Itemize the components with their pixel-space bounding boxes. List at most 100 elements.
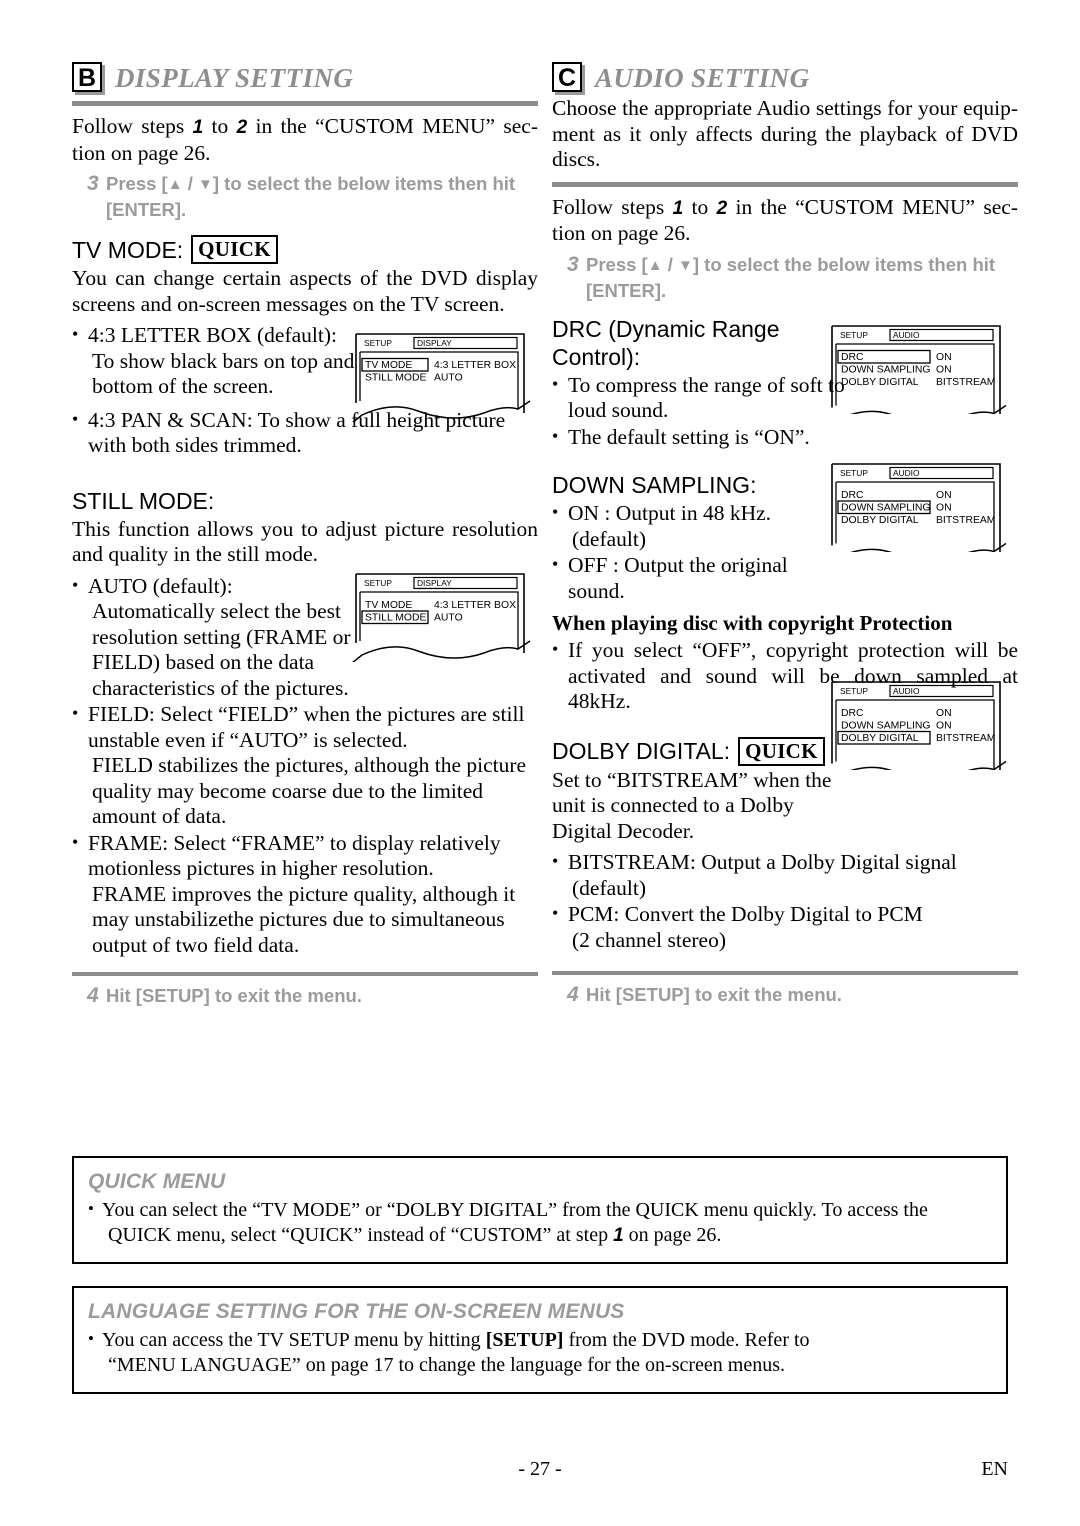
step-number-2: 2 xyxy=(716,197,728,219)
drc-label: DRC (Dynamic Range Control): xyxy=(552,315,780,370)
svg-text:DRC: DRC xyxy=(841,352,864,363)
svg-text:AUTO: AUTO xyxy=(434,373,463,384)
bullet-main: BITSTREAM: Output a Dolby Digital signal xyxy=(568,850,957,874)
step3-slash: / xyxy=(662,253,678,275)
dolby-digital-bullets: BITSTREAM: Output a Dolby Digital signal… xyxy=(552,849,1018,953)
svg-text:DOWN SAMPLING: DOWN SAMPLING xyxy=(841,365,930,376)
display-step4-rule xyxy=(72,972,538,976)
step-number-1: 1 xyxy=(613,1225,624,1246)
svg-text:DRC: DRC xyxy=(841,708,864,719)
audio-intro: Follow steps 1 to 2 in the “CUSTOM MENU”… xyxy=(552,195,1018,247)
tv-mode-label: TV MODE: xyxy=(72,236,184,263)
svg-text:DRC: DRC xyxy=(841,490,864,501)
osd-illustration-display-tvmode: SETUP DISPLAY TV MODE 4:3 LETTER BOX STILL M… xyxy=(352,330,534,422)
bullet-main: PCM: Convert the Dolby Digital to PCM xyxy=(568,902,923,926)
svg-text:DOLBY DIGITAL: DOLBY DIGITAL xyxy=(841,733,919,744)
display-step-4-number: 4 xyxy=(87,984,99,1007)
display-step-4-text: Hit [SETUP] to exit the menu. xyxy=(106,985,362,1006)
svg-text:BITSTREAM: BITSTREAM xyxy=(936,377,995,388)
svg-text:ON: ON xyxy=(936,352,952,363)
svg-text:ON: ON xyxy=(936,490,952,501)
intro-mid: to xyxy=(683,194,717,219)
bullet-sub: (default) xyxy=(572,526,647,551)
display-step-3-text: Press [▲ / ▼] to select the below items … xyxy=(106,172,538,222)
quick-menu-line-1: You can select the “TV MODE” or “DOLBY D… xyxy=(102,1199,928,1221)
osd-illustration-display-stillmode: SETUP DISPLAY TV MODE 4:3 LETTER BOX STILL M… xyxy=(352,570,534,662)
svg-text:AUDIO: AUDIO xyxy=(893,686,920,696)
step3-slash: / xyxy=(182,173,198,194)
svg-text:DOWN SAMPLING: DOWN SAMPLING xyxy=(841,721,930,732)
quick-menu-heading: QUICK MENU xyxy=(88,1170,226,1193)
svg-text:DOWN SAMPLING: DOWN SAMPLING xyxy=(841,503,930,514)
list-item: FRAME: Select “FRAME” to display relativ… xyxy=(72,830,538,959)
list-item: You can access the TV SETUP menu by hitt… xyxy=(88,1326,992,1378)
heading-rule xyxy=(72,101,538,106)
step3-text-a: Press [ xyxy=(586,253,648,275)
line2-post: on page 26. xyxy=(623,1224,722,1246)
audio-step-3: 3 Press [▲ / ▼] to select the below item… xyxy=(552,253,1018,303)
tv-mode-body: You can change certain aspects of the DV… xyxy=(72,266,538,316)
setup-key-label: [SETUP] xyxy=(485,1329,564,1351)
step3-text-a: Press [ xyxy=(106,173,168,194)
svg-text:STILL MODE: STILL MODE xyxy=(365,613,426,624)
copyright-note-heading: When playing disc with copyright Protect… xyxy=(552,611,953,635)
audio-step-4-number: 4 xyxy=(567,983,579,1006)
step-number-1: 1 xyxy=(672,197,684,219)
osd-illustration-audio-downsampling: SETUP AUDIO DRC ON DOWN SAMPLING ON DOLBY DIGI… xyxy=(828,460,1010,552)
svg-text:DOLBY DIGITAL: DOLBY DIGITAL xyxy=(841,515,919,526)
list-item: BITSTREAM: Output a Dolby Digital signal… xyxy=(552,849,1018,901)
audio-step-4: 4 Hit [SETUP] to exit the menu. xyxy=(552,983,1018,1007)
audio-step-3-text: Press [▲ / ▼] to select the below items … xyxy=(586,253,1018,303)
svg-text:4:3 LETTER BOX: 4:3 LETTER BOX xyxy=(434,600,516,611)
list-item: The default setting is “ON”. xyxy=(552,424,846,451)
bullet-sub: FIELD stabilizes the pictures, although … xyxy=(92,753,527,828)
page-number: - 27 - xyxy=(518,1458,562,1480)
arrow-up-icon: ▲ xyxy=(167,176,183,193)
svg-text:4:3 LETTER BOX: 4:3 LETTER BOX xyxy=(434,360,516,371)
language-setting-line-2: “MENU LANGUAGE” on page 17 to change the… xyxy=(108,1354,786,1376)
bullet-main: OFF : Output the original sound. xyxy=(568,553,788,603)
step-number-2: 2 xyxy=(236,117,248,138)
audio-lead: Choose the appropriate Audio settings fo… xyxy=(552,96,1018,171)
audio-step-4-text: Hit [SETUP] to exit the menu. xyxy=(586,984,842,1005)
dolby-digital-body: Set to “BITSTREAM” when the unit is conn… xyxy=(552,767,832,843)
svg-text:ON: ON xyxy=(936,365,952,376)
audio-setting-heading: C AUDIO SETTING xyxy=(552,48,1018,93)
svg-text:ON: ON xyxy=(936,503,952,514)
tv-mode-title: TV MODE: QUICK xyxy=(72,235,538,264)
display-setting-column: B DISPLAY SETTING Follow steps 1 to 2 in… xyxy=(72,48,538,1018)
bullet-main: FIELD: Select “FIELD” when the pictures … xyxy=(88,702,525,752)
quick-menu-list: You can select the “TV MODE” or “DOLBY D… xyxy=(88,1196,992,1248)
bullet-sub: (default) xyxy=(572,875,647,900)
bullet-sub: FRAME improves the picture quality, alth… xyxy=(92,881,516,957)
display-intro: Follow steps 1 to 2 in the “CUSTOM MENU”… xyxy=(72,114,538,166)
quick-menu-line-2: QUICK menu, select “QUICK” instead of “C… xyxy=(102,1223,992,1248)
list-item: AUTO (default):Automatically select the … xyxy=(72,573,366,702)
svg-text:DISPLAY: DISPLAY xyxy=(417,338,452,348)
svg-text:DISPLAY: DISPLAY xyxy=(417,578,452,588)
svg-text:AUDIO: AUDIO xyxy=(893,468,920,478)
section-badge-c: C xyxy=(552,62,582,92)
svg-text:STILL MODE: STILL MODE xyxy=(365,373,426,384)
language-setting-note-box: LANGUAGE SETTING FOR THE ON-SCREEN MENUS… xyxy=(72,1286,1008,1394)
arrow-down-icon: ▼ xyxy=(198,176,213,193)
line1-pre: You can access the TV SETUP menu by hitt… xyxy=(102,1329,486,1351)
svg-text:BITSTREAM: BITSTREAM xyxy=(936,733,995,744)
still-mode-body: This function allows you to adjust pictu… xyxy=(72,516,538,567)
language-code: EN xyxy=(981,1458,1008,1480)
display-step-3: 3 Press [▲ / ▼] to select the below item… xyxy=(72,172,538,222)
list-item: To compress the range of soft to loud so… xyxy=(552,372,846,424)
down-sampling-label: DOWN SAMPLING: xyxy=(552,472,757,498)
arrow-up-icon: ▲ xyxy=(647,256,663,274)
bullet-sub: Automatically select the best resolution… xyxy=(92,599,351,700)
language-setting-heading: LANGUAGE SETTING FOR THE ON-SCREEN MENUS xyxy=(88,1300,625,1323)
quick-tag-dolby-digital: QUICK xyxy=(738,736,825,766)
svg-text:SETUP: SETUP xyxy=(840,686,868,696)
audio-rule xyxy=(552,181,1018,187)
display-setting-heading: B DISPLAY SETTING xyxy=(72,48,538,93)
svg-text:SETUP: SETUP xyxy=(840,330,868,340)
audio-step-3-number: 3 xyxy=(567,252,579,276)
quick-menu-note-box: QUICK MENU You can select the “TV MODE” … xyxy=(72,1156,1008,1264)
intro-pre: Follow steps xyxy=(72,114,193,138)
svg-text:SETUP: SETUP xyxy=(364,578,392,588)
